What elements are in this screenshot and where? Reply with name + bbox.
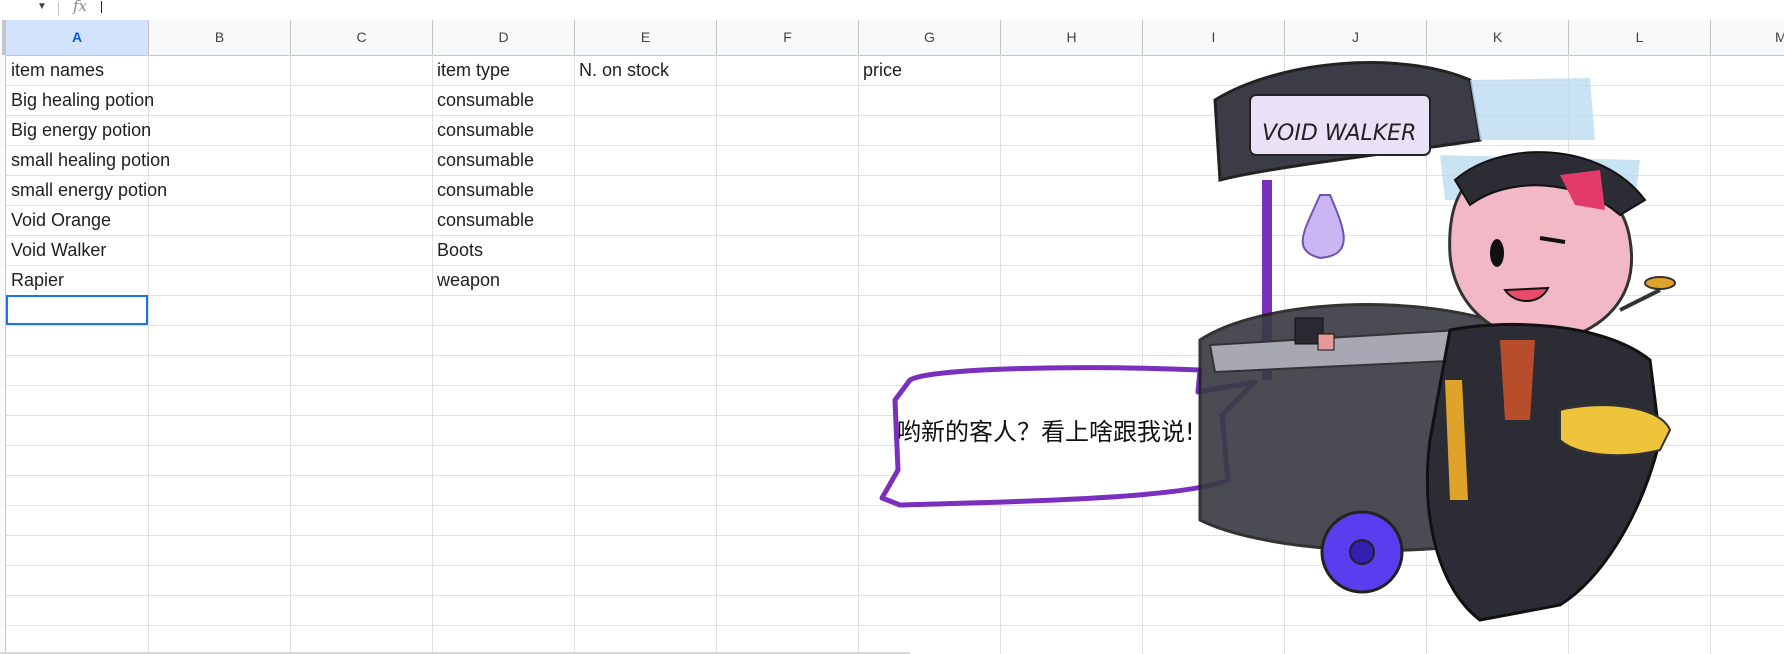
speech-bubble-text: 哟新的客人？看上啥跟我说! — [897, 418, 1195, 446]
cell-d8[interactable]: weapon — [432, 265, 500, 295]
cell-d4[interactable]: consumable — [432, 145, 534, 175]
item-box — [1317, 333, 1335, 351]
column-header-c[interactable]: C — [291, 20, 433, 55]
column-header-d[interactable]: D — [433, 20, 575, 55]
cell-d7[interactable]: Boots — [432, 235, 483, 265]
cell-d6[interactable]: consumable — [432, 205, 534, 235]
active-cell-a9[interactable] — [6, 295, 148, 325]
potion-flask-icon — [1301, 194, 1345, 260]
sky-patch — [1470, 78, 1595, 140]
cell-a4[interactable]: small healing potion — [6, 145, 170, 175]
merchant-drawing[interactable]: VOID WALKER — [870, 40, 1690, 640]
cell-d1[interactable]: item type — [432, 55, 510, 85]
fx-icon: fx — [73, 0, 88, 15]
cart-wheel-hub — [1349, 539, 1375, 565]
cell-a5[interactable]: small energy potion — [6, 175, 167, 205]
smoke-puff — [1644, 276, 1676, 290]
shop-sign-text: VOID WALKER — [1262, 121, 1416, 146]
merchant-eye — [1490, 239, 1504, 267]
formula-bar-divider — [58, 2, 59, 16]
cell-a2[interactable]: Big healing potion — [6, 85, 154, 115]
cell-a1[interactable]: item names — [6, 55, 104, 85]
name-box-dropdown-icon[interactable]: ▼ — [37, 1, 47, 12]
pipe-icon — [1619, 288, 1661, 312]
merchant-scarf — [1500, 340, 1535, 420]
cell-e1[interactable]: N. on stock — [574, 55, 669, 85]
cell-d3[interactable]: consumable — [432, 115, 534, 145]
cell-a6[interactable]: Void Orange — [6, 205, 111, 235]
formula-input[interactable] — [100, 0, 1000, 16]
column-header-e[interactable]: E — [575, 20, 717, 55]
formula-bar: ▼ fx — [0, 0, 1784, 21]
column-header-m[interactable]: M — [1711, 20, 1784, 55]
column-header-b[interactable]: B — [149, 20, 291, 55]
cell-a8[interactable]: Rapier — [6, 265, 64, 295]
cell-d2[interactable]: consumable — [432, 85, 534, 115]
cell-d5[interactable]: consumable — [432, 175, 534, 205]
column-header-a[interactable]: A — [6, 20, 149, 55]
cell-a7[interactable]: Void Walker — [6, 235, 106, 265]
column-header-f[interactable]: F — [717, 20, 859, 55]
cell-a3[interactable]: Big energy potion — [6, 115, 151, 145]
text-cursor — [101, 1, 102, 13]
